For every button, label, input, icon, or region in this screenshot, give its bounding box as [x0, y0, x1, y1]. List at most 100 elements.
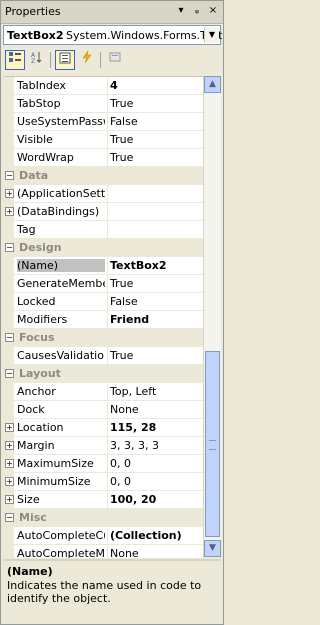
property-value[interactable]: 115, 28 [110, 421, 202, 434]
collapse-icon[interactable]: − [5, 369, 14, 378]
category-row[interactable]: − Design [3, 239, 203, 257]
description-splitter[interactable] [3, 559, 221, 561]
column-divider [107, 527, 108, 544]
row-gutter [3, 401, 14, 418]
property-row[interactable]: AutoCompleteCus (Collection) [3, 527, 203, 545]
property-row[interactable]: Locked False [3, 293, 203, 311]
property-row[interactable]: UseSystemPasswo False [3, 113, 203, 131]
property-row[interactable]: (Name) TextBox2 [3, 257, 203, 275]
property-value[interactable]: None [110, 403, 202, 416]
property-row[interactable]: + MinimumSize 0, 0 [3, 473, 203, 491]
alphabetical-icon[interactable]: AZ [27, 50, 47, 70]
expand-icon[interactable]: + [5, 423, 14, 432]
scroll-thumb[interactable] [205, 351, 220, 537]
collapse-icon[interactable]: − [5, 243, 14, 252]
expand-icon[interactable]: + [5, 207, 14, 216]
vertical-scrollbar[interactable]: ▲ ▼ [203, 76, 221, 557]
title-bar: Properties ▾ ᵩ × [1, 1, 223, 24]
close-icon[interactable]: × [206, 4, 220, 18]
scroll-up-icon[interactable]: ▲ [204, 76, 221, 93]
expand-icon[interactable]: + [5, 459, 14, 468]
property-value[interactable]: True [110, 97, 202, 110]
category-row[interactable]: − Layout [3, 365, 203, 383]
property-value[interactable]: True [110, 277, 202, 290]
property-name: TabStop [17, 97, 61, 110]
collapse-icon[interactable]: − [5, 513, 14, 522]
property-row[interactable]: CausesValidation True [3, 347, 203, 365]
expand-icon[interactable]: + [5, 441, 14, 450]
collapse-icon[interactable]: − [5, 333, 14, 342]
property-row[interactable]: GenerateMember True [3, 275, 203, 293]
chevron-down-icon[interactable]: ▼ [204, 27, 219, 43]
column-divider [107, 149, 108, 166]
property-pages-icon[interactable] [105, 50, 125, 70]
property-value[interactable]: False [110, 295, 202, 308]
property-row[interactable]: TabStop True [3, 95, 203, 113]
row-gutter [3, 95, 14, 112]
property-row[interactable]: Anchor Top, Left [3, 383, 203, 401]
properties-window: Properties ▾ ᵩ × TextBox2 System.Windows… [0, 0, 224, 625]
category-row[interactable]: − Misc [3, 509, 203, 527]
column-divider [107, 347, 108, 364]
object-selector[interactable]: TextBox2 System.Windows.Forms.Text ▼ [3, 25, 222, 45]
property-value[interactable]: True [110, 349, 202, 362]
property-row[interactable]: AutoCompleteMod None [3, 545, 203, 558]
property-name: (Name) [17, 259, 105, 272]
property-name: AutoCompleteCus [17, 529, 105, 542]
property-row[interactable]: Tag [3, 221, 203, 239]
property-value[interactable]: TextBox2 [110, 259, 202, 272]
property-row[interactable]: + Size 100, 20 [3, 491, 203, 509]
collapse-icon[interactable]: − [5, 171, 14, 180]
column-divider [107, 185, 108, 202]
scroll-down-icon[interactable]: ▼ [204, 540, 221, 557]
property-name: Anchor [17, 385, 56, 398]
property-row[interactable]: + (DataBindings) [3, 203, 203, 221]
expand-icon[interactable]: + [5, 189, 14, 198]
property-value[interactable]: True [110, 151, 202, 164]
svg-text:Z: Z [31, 58, 35, 64]
property-name: Modifiers [17, 313, 68, 326]
row-gutter [3, 293, 14, 310]
column-divider [107, 221, 108, 238]
property-value[interactable]: (Collection) [110, 529, 202, 542]
category-row[interactable]: − Data [3, 167, 203, 185]
property-row[interactable]: Modifiers Friend [3, 311, 203, 329]
property-row[interactable]: + Location 115, 28 [3, 419, 203, 437]
categorized-icon[interactable] [5, 50, 25, 70]
column-divider [107, 311, 108, 328]
property-row[interactable]: Visible True [3, 131, 203, 149]
property-value[interactable]: 0, 0 [110, 475, 202, 488]
pin-icon[interactable]: ᵩ [190, 4, 204, 18]
properties-icon[interactable] [55, 50, 75, 70]
property-value[interactable]: Top, Left [110, 385, 202, 398]
property-value[interactable]: False [110, 115, 202, 128]
expand-icon[interactable]: + [5, 495, 14, 504]
property-value[interactable]: 4 [110, 79, 202, 92]
description-text: Indicates the name used in code to ident… [7, 579, 202, 605]
column-divider [107, 419, 108, 436]
property-row[interactable]: + MaximumSize 0, 0 [3, 455, 203, 473]
property-name: Visible [17, 133, 53, 146]
column-divider [107, 257, 108, 274]
property-value[interactable]: True [110, 133, 202, 146]
property-value[interactable]: 0, 0 [110, 457, 202, 470]
property-name: Tag [17, 223, 36, 236]
property-name: CausesValidation [17, 349, 105, 362]
property-value[interactable]: 100, 20 [110, 493, 202, 506]
property-row[interactable]: +(ApplicationSettin [3, 185, 203, 203]
property-row[interactable]: + Margin 3, 3, 3, 3 [3, 437, 203, 455]
property-row[interactable]: TabIndex 4 [3, 77, 203, 95]
property-value[interactable]: 3, 3, 3, 3 [110, 439, 202, 452]
expand-icon[interactable]: + [5, 477, 14, 486]
events-icon[interactable] [77, 50, 97, 70]
property-value[interactable]: Friend [110, 313, 202, 326]
description-panel: (Name) Indicates the name used in code t… [3, 562, 221, 622]
window-dropdown-icon[interactable]: ▾ [174, 4, 188, 18]
property-name: AutoCompleteMod [17, 547, 105, 558]
property-row[interactable]: WordWrap True [3, 149, 203, 167]
category-row[interactable]: − Focus [3, 329, 203, 347]
property-row[interactable]: Dock None [3, 401, 203, 419]
property-name: WordWrap [17, 151, 74, 164]
column-divider [107, 437, 108, 454]
property-value[interactable]: None [110, 547, 202, 558]
